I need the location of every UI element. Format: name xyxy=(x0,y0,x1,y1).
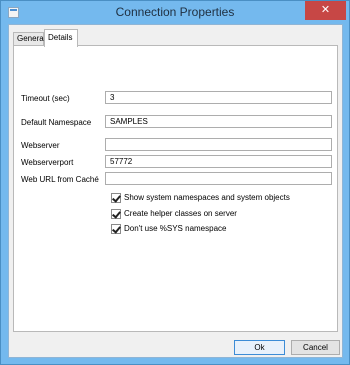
cancel-button[interactable]: Cancel xyxy=(291,340,340,355)
dont-use-sys-checkbox[interactable] xyxy=(111,223,121,234)
default-namespace-input[interactable]: SAMPLES xyxy=(105,115,332,128)
show-system-namespaces-label: Show system namespaces and system object… xyxy=(124,193,290,202)
default-namespace-label: Default Namespace xyxy=(21,118,92,127)
web-url-label: Web URL from Caché xyxy=(21,175,99,184)
create-helper-classes-label: Create helper classes on server xyxy=(124,209,237,218)
webserver-label: Webserver xyxy=(21,141,60,150)
option-create-helper-classes[interactable]: Create helper classes on server xyxy=(111,208,237,219)
option-dont-use-sys[interactable]: Don't use %SYS namespace xyxy=(111,223,226,234)
ok-button[interactable]: Ok xyxy=(234,340,285,355)
window-title: Connection Properties xyxy=(115,5,235,19)
timeout-label: Timeout (sec) xyxy=(21,94,70,103)
webserverport-label: Webserverport xyxy=(21,158,74,167)
web-url-input[interactable] xyxy=(105,172,332,185)
option-show-system-namespaces[interactable]: Show system namespaces and system object… xyxy=(111,192,290,203)
create-helper-classes-checkbox[interactable] xyxy=(111,208,121,219)
connection-properties-dialog: Connection Properties ✕ General Details … xyxy=(0,0,350,365)
close-button[interactable]: ✕ xyxy=(305,1,346,20)
dialog-body: General Details Timeout (sec) 3 Default … xyxy=(8,24,343,358)
dont-use-sys-label: Don't use %SYS namespace xyxy=(124,224,227,233)
tab-details[interactable]: Details xyxy=(44,29,78,47)
details-panel: Timeout (sec) 3 Default Namespace SAMPLE… xyxy=(13,45,338,332)
show-system-namespaces-checkbox[interactable] xyxy=(111,192,121,203)
webserver-input[interactable] xyxy=(105,138,332,151)
tab-general[interactable]: General xyxy=(13,32,45,46)
timeout-input[interactable]: 3 xyxy=(105,91,332,104)
title-bar[interactable]: Connection Properties ✕ xyxy=(1,1,349,24)
webserverport-input[interactable]: 57772 xyxy=(105,155,332,168)
